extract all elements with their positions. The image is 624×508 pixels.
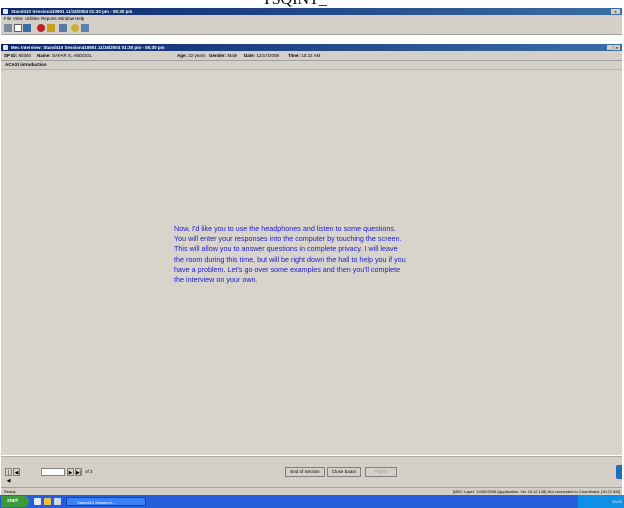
menu-utilities[interactable]: Utilities [25,16,40,21]
menu-window[interactable]: Window [58,16,74,21]
next-page-button[interactable]: ▶ [67,468,74,476]
interview-window-icon [3,45,8,50]
acasi-intro-instructions: Now, I'd like you to use the headphones … [174,224,406,285]
menu-file[interactable]: File [4,16,11,21]
page-number-input[interactable] [41,468,65,476]
start-button[interactable]: start [1,496,29,507]
tool-hint-icon[interactable] [71,24,79,32]
app-title-bar: Stand410 Session410901 11/16/2004 01:30 … [1,8,622,15]
document-heading-fragment: TSQINT_ [0,0,624,8]
gender-field: Gender: Male [209,53,238,58]
system-tray: 10:22 [578,495,624,508]
interview-window-title-bar: Mec Interview: Stand410 Session410901 11… [1,44,622,51]
toolbar [1,22,622,35]
tool-check-icon[interactable] [23,24,31,32]
app-icon [3,9,8,14]
date-field: Date: 12/17/2008 [244,53,280,58]
app-title: Stand410 Session410901 11/16/2004 01:30 … [11,9,133,14]
tool-record-icon[interactable] [37,24,45,32]
document-heading-text: TSQINT_ [262,0,327,8]
taskbar-app-item[interactable]: Stand410 Session4... [66,497,146,506]
age-field: Age: 22 years [177,53,206,58]
interview-window-title: Mec Interview: Stand410 Session410901 11… [11,45,165,50]
quicklaunch-folder-icon[interactable] [44,498,51,505]
finish-button[interactable]: Finish [365,467,397,477]
tray-clock: 10:22 [611,499,622,504]
time-field: Time: 10:22 AM [288,53,321,58]
navigation-bar: |◀ ◀ ▶ ▶| of 3 End of Section Close Exam… [1,456,622,487]
menu-bar: File View Utilities Reports Window Help [1,15,622,22]
menu-view[interactable]: View [13,16,23,21]
section-title: ACASI introduction [5,62,47,67]
last-page-button[interactable]: ▶| [75,468,82,476]
section-header: ACASI introduction [1,61,622,70]
page-count: of 3 [85,469,93,474]
participant-info-bar: SP ID: 80360 Name: SAFAR S, ABDOOL Age: … [1,51,622,61]
end-of-section-button[interactable]: End of Section [285,467,325,477]
first-page-button[interactable]: |◀ [5,468,12,484]
tool-scale-icon[interactable] [59,24,67,32]
windows-taskbar: start Stand410 Session4... 10:22 [0,495,624,508]
menu-help[interactable]: Help [75,16,84,21]
close-exam-button[interactable]: Close Exam [327,467,361,477]
quicklaunch-desktop-icon[interactable] [54,498,61,505]
tool-document-icon[interactable] [14,24,22,32]
previous-page-button[interactable]: ◀ [13,468,20,476]
menu-reports[interactable]: Reports [41,16,57,21]
tool-save-icon[interactable] [4,24,12,32]
sp-id-field: SP ID: 80360 [4,53,31,58]
side-panel-tab[interactable] [616,465,622,479]
interview-window-controls[interactable]: _ □ × [607,45,620,50]
quicklaunch-ie-icon[interactable] [34,498,41,505]
app-close-button[interactable]: × [611,9,620,14]
tool-tools-icon[interactable] [47,24,55,32]
tool-forward-icon[interactable] [81,24,89,32]
participant-name-field: Name: SAFAR S, ABDOOL [37,53,93,58]
